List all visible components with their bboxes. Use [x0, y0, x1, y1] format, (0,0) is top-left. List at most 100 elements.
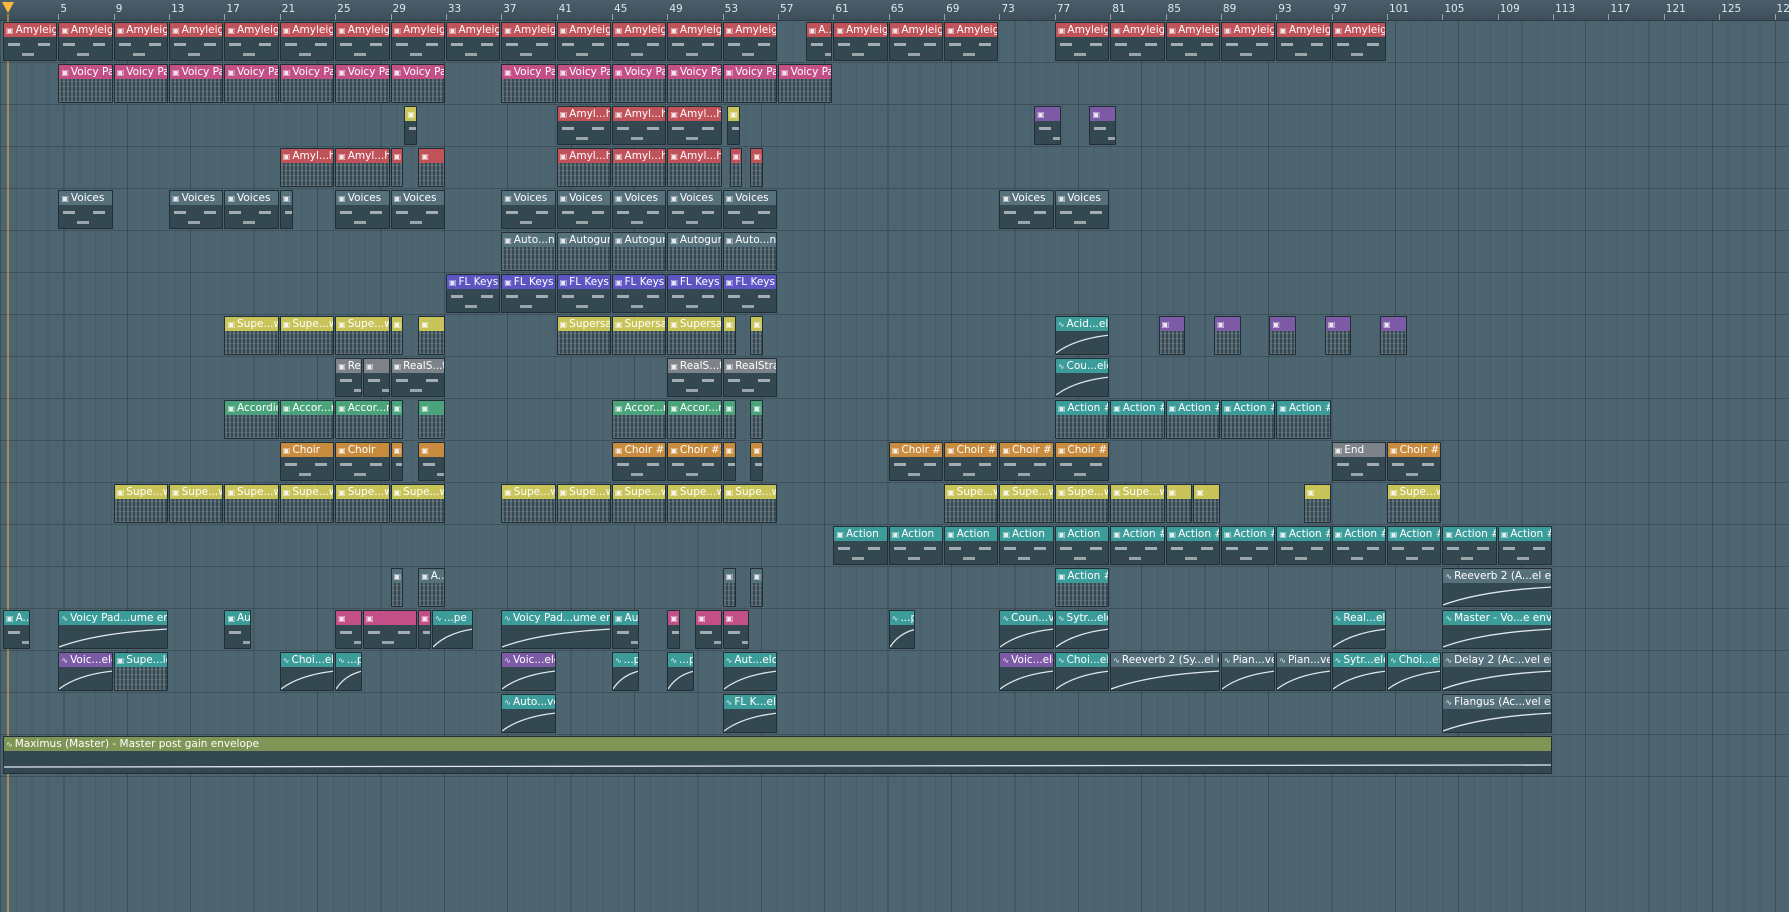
playlist-clip[interactable]: ▣Accor...n #3	[667, 400, 722, 439]
playlist-clip[interactable]: ▣Voicy Pad	[390, 64, 445, 103]
playlist-clip[interactable]: ▣Au...	[611, 610, 639, 649]
clip-header[interactable]: ▣	[751, 401, 763, 415]
playlist-clip[interactable]: ▣Auto...n #2	[501, 232, 556, 271]
clip-header[interactable]: ▣Accor...n #3	[668, 401, 721, 415]
playlist-clip[interactable]: ▣Action #3	[1054, 400, 1110, 439]
playlist-clip[interactable]: ▣Choir #3	[944, 442, 999, 481]
clip-header[interactable]: ∿Voic...elope	[502, 653, 555, 667]
clip-header[interactable]: ▣Amyleigh	[170, 23, 223, 37]
playlist-clip[interactable]: ▣Amyl...h #6	[335, 148, 390, 187]
clip-header[interactable]: ▣	[723, 401, 735, 415]
playlist-clip[interactable]: ∿...pe	[611, 652, 639, 691]
playlist-clip[interactable]: ▣	[750, 148, 764, 187]
playlist-clip[interactable]: ▣Supe...w #5	[390, 484, 445, 523]
clip-header[interactable]: ▣ FL Keys	[557, 275, 610, 289]
playlist-clip[interactable]: ▣Accor...n #3	[611, 400, 667, 439]
playlist-clip[interactable]: ▣Voicy Pad	[556, 64, 611, 103]
clip-header[interactable]: ▣	[419, 149, 444, 163]
playlist-clip[interactable]: ▣Amyleigh	[722, 22, 778, 61]
clip-header[interactable]: ∿Auto...velope	[502, 695, 555, 709]
clip-header[interactable]: ▣Amyleigh	[336, 23, 389, 37]
playlist-clip[interactable]: ∿Aut...elope	[722, 652, 778, 691]
clip-header[interactable]: ▣	[363, 359, 389, 373]
track-lane[interactable]: ▣ Voices ▣ Voices ▣ Voices ▣ ▣ Voices ▣ Voices ▣ Voi…	[0, 188, 1789, 231]
playlist-clip[interactable]: ▣Amyl...h #3	[667, 148, 722, 187]
playlist-clip[interactable]: ▣ FL Keys	[556, 274, 611, 313]
clip-header[interactable]: ▣ Voices	[1055, 191, 1109, 205]
playlist-clip[interactable]: ▣Supe...w #5	[1387, 484, 1442, 523]
playlist-clip[interactable]: ▣Voicy Pad	[501, 64, 556, 103]
playlist-clip[interactable]: ∿Sytr...elope	[1054, 610, 1110, 649]
playlist-clip[interactable]: ▣ Voices	[722, 190, 778, 229]
clip-header[interactable]: ▣Action #2	[1498, 527, 1552, 541]
playlist-clip[interactable]: ▣Choir #2	[611, 442, 667, 481]
playlist-clip[interactable]: ▣ Voices	[556, 190, 611, 229]
clip-header[interactable]: ▣Supe...w #5	[557, 485, 610, 499]
clip-header[interactable]: ▣	[1215, 317, 1240, 331]
playlist-clip[interactable]: ∿Choi...elope	[279, 652, 335, 691]
clip-header[interactable]: ▣Voicy Pad	[779, 65, 832, 79]
clip-header[interactable]: ▣	[363, 611, 417, 625]
clip-header[interactable]: ▣ FL Keys	[668, 275, 721, 289]
playlist-clip[interactable]: ▣	[418, 148, 445, 187]
clip-header[interactable]: ▣Amyleigh	[280, 23, 334, 37]
track-lane[interactable]: ▣Auto...n #2▣Autogun▣Autogun▣Autogun▣Aut…	[0, 230, 1789, 273]
playlist-clip[interactable]: ▣Amyleigh	[169, 22, 224, 61]
playlist-clip[interactable]: ▣	[722, 568, 736, 607]
clip-header[interactable]: ∿Coun...velop	[1000, 611, 1053, 625]
clip-header[interactable]: ▣Action #3	[1111, 401, 1164, 415]
clip-header[interactable]: ▣Voicy Pad	[557, 65, 610, 79]
clip-header[interactable]: ∿Flangus (Ac...vel envelope	[1443, 695, 1552, 709]
clip-header[interactable]: ▣	[1270, 317, 1296, 331]
playlist-clip[interactable]: ▣Action #2	[1165, 526, 1220, 565]
playlist-clip[interactable]: ∿Auto...velope	[501, 694, 556, 733]
clip-header[interactable]: ▣	[723, 569, 735, 583]
clip-header[interactable]: ▣	[723, 317, 735, 331]
clip-header[interactable]: ▣ Autogun	[612, 233, 666, 247]
clip-header[interactable]: ▣ FL Keys	[612, 275, 666, 289]
track-lane[interactable]: ▣Voicy Pad▣Voicy Pad▣Voicy Pad▣Voicy Pad…	[0, 62, 1789, 105]
clip-header[interactable]: ▣Voicy Pad	[391, 65, 444, 79]
clip-header[interactable]: ∿Reeverb 2 (Sy...el envelope	[1111, 653, 1219, 667]
clip-header[interactable]: ∿...pe	[889, 611, 915, 625]
clip-header[interactable]: ▣Action #2	[1111, 527, 1164, 541]
clip-header[interactable]: ▣Choir #3	[1000, 443, 1053, 457]
playlist-clip[interactable]: ▣ FL Keys	[611, 274, 667, 313]
clip-header[interactable]: ▣Amyleigh	[446, 23, 500, 37]
playlist-clip[interactable]: ▣	[279, 190, 293, 229]
playlist-clip[interactable]: ▣ Voices	[58, 190, 113, 229]
playlist-clip[interactable]: ▣ Autogun	[667, 232, 722, 271]
track-lane[interactable]: ▣▣A...▣▣▣Action #2∿Reeverb 2 (A...el env…	[0, 566, 1789, 609]
clip-header[interactable]: ▣Amyleigh	[834, 23, 887, 37]
playlist-clip[interactable]: ∿Delay 2 (Ac...vel envelope	[1442, 652, 1553, 691]
clip-header[interactable]: ▣Supe...w #5	[502, 485, 555, 499]
playlist-clip[interactable]: ▣Amyleigh	[445, 22, 501, 61]
clip-header[interactable]: ▣A...e	[4, 611, 29, 625]
playlist-clip[interactable]: ▣	[418, 610, 432, 649]
playlist-view[interactable]: 5 9 13 17 21 25 29 33 37 41 45 49 53 57 61 65 69 73 77 81 85…	[0, 0, 1789, 912]
clip-header[interactable]: ▣Amyleigh	[1277, 23, 1330, 37]
playlist-clip[interactable]: ∿Pian...velop	[1276, 652, 1331, 691]
clip-header[interactable]: ▣Choir #3	[1055, 443, 1109, 457]
playlist-clip[interactable]: ∿FL K...elope	[722, 694, 778, 733]
playlist-clip[interactable]: ▣Amyl...h #3	[611, 148, 667, 187]
playlist-clip[interactable]: ▣ Choir	[279, 442, 335, 481]
clip-header[interactable]: ▣	[730, 149, 742, 163]
clip-header[interactable]: ▣Supe...w #3	[225, 317, 278, 331]
playlist-clip[interactable]: ▣	[722, 610, 750, 649]
playlist-clip[interactable]: ▣Voicy Pad	[279, 64, 335, 103]
playlist-clip[interactable]: ▣Action #2	[1110, 526, 1165, 565]
playlist-clip[interactable]: ▣Voicy Pad	[611, 64, 667, 103]
playlist-clip[interactable]: ▣Supe...lope	[113, 652, 169, 691]
playlist-clip[interactable]: ▣ Action	[999, 526, 1054, 565]
clip-header[interactable]: ▣Supe...w #5	[225, 485, 278, 499]
clip-header[interactable]: ▣ Action	[945, 527, 998, 541]
clip-header[interactable]: ▣RealStrat	[723, 359, 777, 373]
clip-header[interactable]: ∿FL K...elope	[723, 695, 777, 709]
playlist-clip[interactable]: ▣	[1303, 484, 1331, 523]
playlist-clip[interactable]: ∿Master - Vo...e envelope	[1442, 610, 1553, 649]
playlist-clip[interactable]: ∿Choi...elope	[1387, 652, 1442, 691]
playlist-clip[interactable]: ∿Voic...elope	[999, 652, 1054, 691]
clip-header[interactable]: ▣ Action	[889, 527, 943, 541]
clip-header[interactable]: ∿...pe	[668, 653, 693, 667]
